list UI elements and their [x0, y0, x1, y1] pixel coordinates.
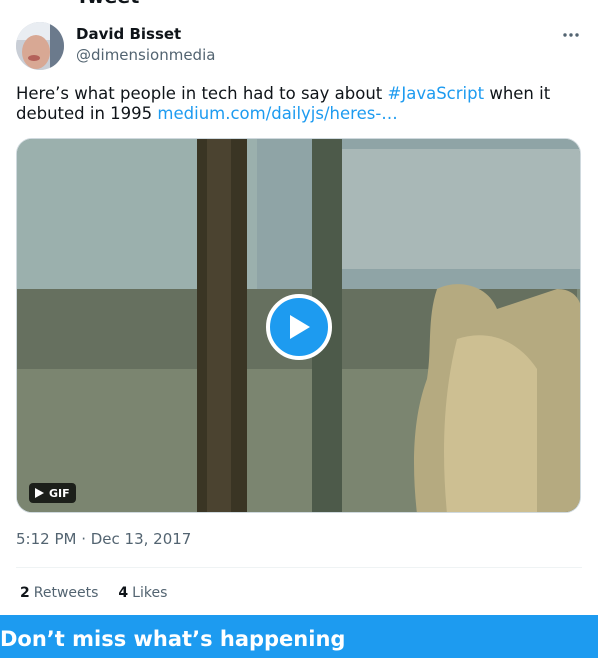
- hashtag-link[interactable]: #JavaScript: [388, 84, 485, 103]
- play-small-icon: [35, 488, 44, 498]
- article-link[interactable]: medium.com/dailyjs/heres-…: [157, 104, 397, 123]
- divider: [16, 567, 582, 568]
- avatar[interactable]: [16, 22, 64, 70]
- play-button[interactable]: [266, 294, 332, 360]
- signup-banner: Don’t miss what’s happening: [0, 615, 598, 658]
- likes-stat[interactable]: 4 Likes: [118, 585, 167, 601]
- author-handle[interactable]: @dimensionmedia: [76, 46, 215, 64]
- tweet-timestamp[interactable]: 5:12 PM · Dec 13, 2017: [16, 530, 191, 548]
- gif-media[interactable]: GIF: [16, 138, 581, 513]
- play-icon: [290, 315, 310, 339]
- retweets-label: Retweets: [33, 585, 99, 601]
- retweets-count: 2: [20, 585, 30, 601]
- likes-count: 4: [118, 585, 129, 601]
- tweet-text: Here’s what people in tech had to say ab…: [16, 84, 586, 124]
- retweets-stat[interactable]: 2 Retweets: [20, 585, 98, 601]
- likes-label: Likes: [132, 585, 168, 601]
- tweet-stats: 2 Retweets 4 Likes: [20, 585, 167, 601]
- page-title: Tweet: [76, 0, 139, 8]
- tweet-text-part: Here’s what people in tech had to say ab…: [16, 84, 388, 103]
- gif-badge: GIF: [29, 483, 76, 503]
- author-name[interactable]: David Bisset: [76, 25, 181, 43]
- gif-badge-label: GIF: [49, 486, 70, 500]
- more-options-icon[interactable]: [560, 25, 582, 45]
- banner-title: Don’t miss what’s happening: [0, 627, 346, 651]
